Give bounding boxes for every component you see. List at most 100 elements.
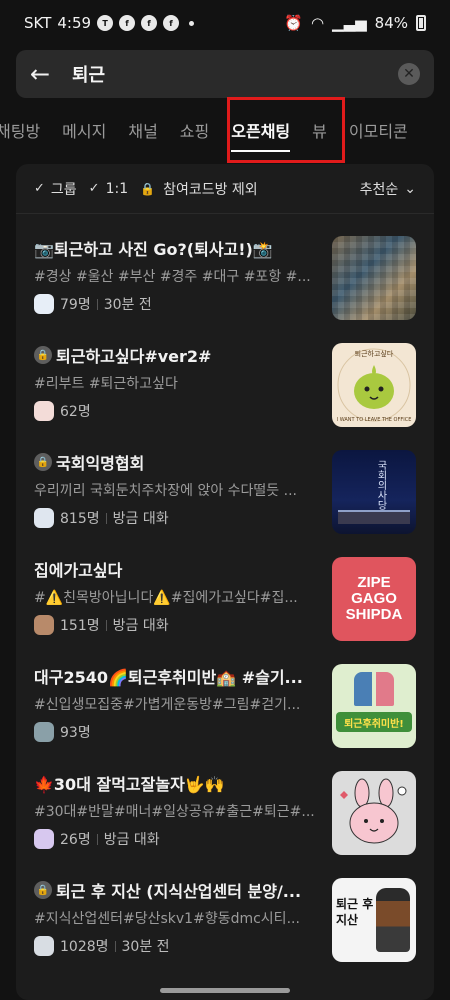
avatar <box>34 401 54 421</box>
chat-title: 국회익명협회 <box>56 454 145 473</box>
status-bar: SKT 4:59 T f f f ⏰ ◠ ▁▃▅ 84% <box>0 0 450 46</box>
chat-tags: #리부트 #퇴근하고싶다 <box>34 376 178 392</box>
chat-tags: 우리끼리 국회둔치주차장에 앉아 수다떨듯 ... <box>34 483 297 499</box>
chat-meta: 815명 방금 대화 <box>34 508 320 528</box>
list-item[interactable]: 대구2540🌈퇴근후취미반🏫 #슬기... #신입생모집중#가볍게운동방#그림#… <box>16 652 434 759</box>
lock-icon: 🔒 <box>34 453 52 471</box>
facebook-notification-icon: f <box>119 15 136 31</box>
chat-title: 집에가고싶다 <box>34 561 123 580</box>
chat-tags: #신입생모집중#가볍게운동방#그림#걷기... <box>34 697 301 713</box>
divider <box>105 619 107 631</box>
battery-icon <box>416 15 426 31</box>
avatar <box>34 294 54 314</box>
openchat-list: 📷퇴근하고 사진 Go?(퇴사고!)📸 #경상 #울산 #부산 #경주 #대구 … <box>16 224 434 973</box>
back-arrow-icon[interactable]: ← <box>30 60 58 88</box>
thumb-line-1: ZIPE <box>357 574 391 591</box>
clear-search-icon[interactable]: ✕ <box>398 63 420 85</box>
chat-title: 🍁30대 잘먹고잘놀자🤟🙌 <box>34 775 225 794</box>
member-count: 26명 <box>60 832 91 848</box>
check-icon: ✓ <box>88 181 100 196</box>
tab-chatrooms[interactable]: 채팅방 <box>0 118 40 142</box>
list-item[interactable]: 🔒 퇴근 후 지산 (지식산업센터 분양/... #지식산업센터#당산skv1#향… <box>16 866 434 973</box>
chat-meta: 93명 <box>34 722 320 742</box>
last-activity: 30분 전 <box>121 939 170 955</box>
signal-icon: ▁▃▅ <box>332 14 367 32</box>
facebook-notification-icon-3: f <box>163 15 180 31</box>
member-count: 815명 <box>60 511 100 527</box>
list-item[interactable]: 🔒 퇴근하고싶다#ver2# #리부트 #퇴근하고싶다 62명 퇴근하고싶다 I… <box>16 331 434 438</box>
results-panel: ✓ 그룹 ✓ 1:1 🔒 참여코드방 제외 추천순 ⌄ 📷퇴근하고 사진 Go?(퇴사고… <box>16 164 434 1000</box>
member-count: 93명 <box>60 725 91 741</box>
list-item[interactable]: 🔒 국회익명협회 우리끼리 국회둔치주차장에 앉아 수다떨듯 ... 815명 방… <box>16 438 434 545</box>
thumb-line-3: SHIPDA <box>345 606 403 623</box>
member-count: 62명 <box>60 404 91 420</box>
chevron-down-icon: ⌄ <box>404 180 416 197</box>
chat-thumbnail: 국회의사당 <box>332 450 416 534</box>
chat-meta: 151명 방금 대화 <box>34 615 320 635</box>
chat-tags: #경상 #울산 #부산 #경주 #대구 #포항 #... <box>34 269 311 285</box>
filter-exclude-code[interactable]: 🔒 참여코드방 제외 <box>140 179 258 199</box>
divider <box>96 833 98 845</box>
thumb-caption-bottom: I WANT TO LEAVE THE OFFICE <box>336 417 412 423</box>
thumb-banner: 퇴근후취미반! <box>336 712 412 732</box>
member-count: 79명 <box>60 297 91 313</box>
divider <box>114 940 116 952</box>
battery-label: 84% <box>374 14 408 32</box>
chat-title: 📷퇴근하고 사진 Go?(퇴사고!)📸 <box>34 240 273 259</box>
tab-shopping[interactable]: 쇼핑 <box>180 118 209 142</box>
avatar <box>34 615 54 635</box>
chat-title: 대구2540🌈퇴근후취미반🏫 #슬기... <box>34 668 303 687</box>
last-activity: 방금 대화 <box>103 832 160 848</box>
last-activity: 방금 대화 <box>112 511 169 527</box>
sort-dropdown[interactable]: 추천순 ⌄ <box>360 179 416 199</box>
chat-thumbnail <box>332 236 416 320</box>
thumb-line-2: GAGO <box>351 590 397 607</box>
talk-notification-icon: T <box>97 15 114 31</box>
illustration-figures <box>354 672 394 706</box>
alarm-icon: ⏰ <box>284 14 303 32</box>
bunny-character-icon <box>340 778 407 844</box>
divider <box>105 512 107 524</box>
filter-bar: ✓ 그룹 ✓ 1:1 🔒 참여코드방 제외 추천순 ⌄ <box>16 164 434 214</box>
search-input[interactable]: 퇴근 <box>72 61 398 87</box>
list-item[interactable]: 집에가고싶다 #⚠️친목방아닙니다⚠️#집에가고싶다#집... 151명 방금 … <box>16 545 434 652</box>
chat-thumbnail: 퇴근후취미반! <box>332 664 416 748</box>
tab-emoticons[interactable]: 이모티콘 <box>349 118 408 142</box>
check-icon: ✓ <box>34 181 45 196</box>
filter-one-to-one[interactable]: ✓ 1:1 <box>89 181 128 197</box>
more-notifications-icon <box>189 20 195 26</box>
tab-bar: 채팅방 메시지 채널 쇼핑 오픈채팅 뷰 이모티콘 <box>0 108 450 152</box>
filter-group[interactable]: ✓ 그룹 <box>34 179 77 199</box>
chat-tags: #지식산업센터#당산skv1#향동dmc시티... <box>34 911 300 927</box>
thumb-caption: 국회의사당 <box>375 460 386 510</box>
chat-thumbnail: ZIPE GAGO SHIPDA <box>332 557 416 641</box>
chat-meta: 62명 <box>34 401 320 421</box>
avatar <box>34 829 54 849</box>
chat-meta: 79명 30분 전 <box>34 294 320 314</box>
list-item[interactable]: 🍁30대 잘먹고잘놀자🤟🙌 #30대#반말#매너#일상공유#출근#퇴근#... … <box>16 759 434 866</box>
chat-tags: #⚠️친목방아닙니다⚠️#집에가고싶다#집... <box>34 590 298 606</box>
tab-messages[interactable]: 메시지 <box>62 118 106 142</box>
lock-icon: 🔒 <box>34 346 52 364</box>
thumb-caption: 퇴근 후 지산 <box>336 897 374 927</box>
person-figure <box>376 888 410 952</box>
list-item[interactable]: 📷퇴근하고 사진 Go?(퇴사고!)📸 #경상 #울산 #부산 #경주 #대구 … <box>16 224 434 331</box>
lock-icon: 🔒 <box>140 181 156 196</box>
member-count: 1028명 <box>60 939 109 955</box>
chat-thumbnail: 퇴근하고싶다 I WANT TO LEAVE THE OFFICE <box>332 343 416 427</box>
thumb-caption-top: 퇴근하고싶다 <box>354 350 394 358</box>
tab-channels[interactable]: 채널 <box>128 118 157 142</box>
carrier-label: SKT <box>24 14 52 32</box>
chat-thumbnail <box>332 771 416 855</box>
search-bar[interactable]: ← 퇴근 ✕ <box>16 50 434 98</box>
chat-title: 퇴근 후 지산 (지식산업센터 분양/... <box>56 882 302 901</box>
home-gesture-handle[interactable] <box>160 988 290 993</box>
last-activity: 30분 전 <box>103 297 152 313</box>
avatar <box>34 936 54 956</box>
chat-title: 퇴근하고싶다#ver2# <box>56 347 212 366</box>
chat-thumbnail: 퇴근 후 지산 <box>332 878 416 962</box>
chat-tags: #30대#반말#매너#일상공유#출근#퇴근#... <box>34 804 315 820</box>
avatar <box>34 508 54 528</box>
time-label: 4:59 <box>57 14 92 32</box>
chat-meta: 26명 방금 대화 <box>34 829 320 849</box>
